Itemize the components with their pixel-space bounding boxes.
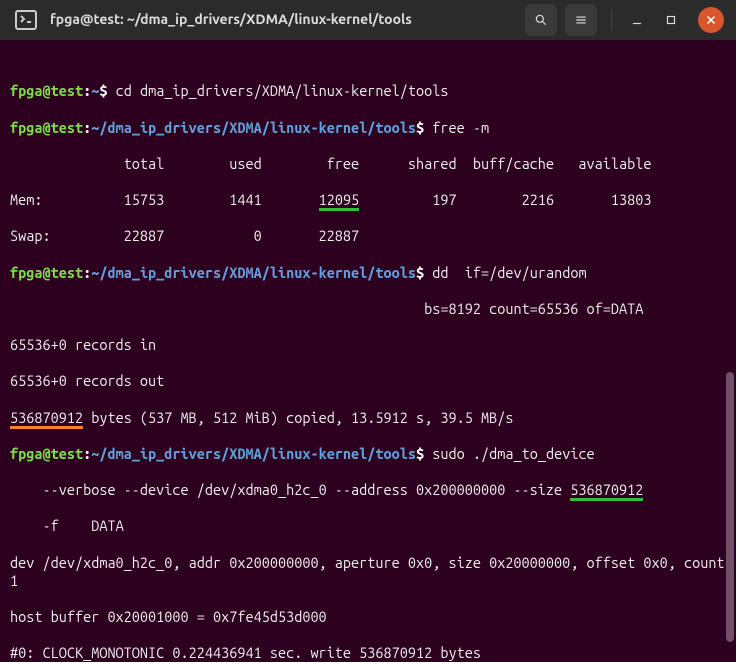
prompt-user: fpga@test <box>10 82 83 99</box>
titlebar: fpga@test: ~/dma_ip_drivers/XDMA/linux-k… <box>0 0 736 40</box>
terminal-icon <box>14 8 38 32</box>
free-swap: Swap: 22887 0 22887 <box>10 227 726 245</box>
cmd-free: free -m <box>432 119 489 136</box>
to-size: 536870912 <box>570 481 643 501</box>
free-mem-free: 12095 <box>319 191 360 211</box>
maximize-button[interactable] <box>658 4 684 36</box>
close-button[interactable] <box>698 7 724 33</box>
dd-bytes: 536870912 <box>10 409 83 429</box>
cmd-cd: cd dma_ip_drivers/XDMA/linux-kernel/tool… <box>116 82 449 99</box>
search-button[interactable] <box>525 4 557 36</box>
cmd-dma-to: sudo ./dma_to_device <box>432 445 611 462</box>
menu-button[interactable] <box>565 4 597 36</box>
free-header: total used free shared buff/cache availa… <box>10 155 726 173</box>
cmd-dd: dd if=/dev/urandom <box>432 264 603 281</box>
minimize-button[interactable] <box>624 4 650 36</box>
separator <box>611 9 612 31</box>
scrollbar[interactable] <box>726 372 734 642</box>
terminal-output[interactable]: fpga@test:~$ cd dma_ip_drivers/XDMA/linu… <box>0 40 736 662</box>
window-title: fpga@test: ~/dma_ip_drivers/XDMA/linux-k… <box>50 11 517 29</box>
